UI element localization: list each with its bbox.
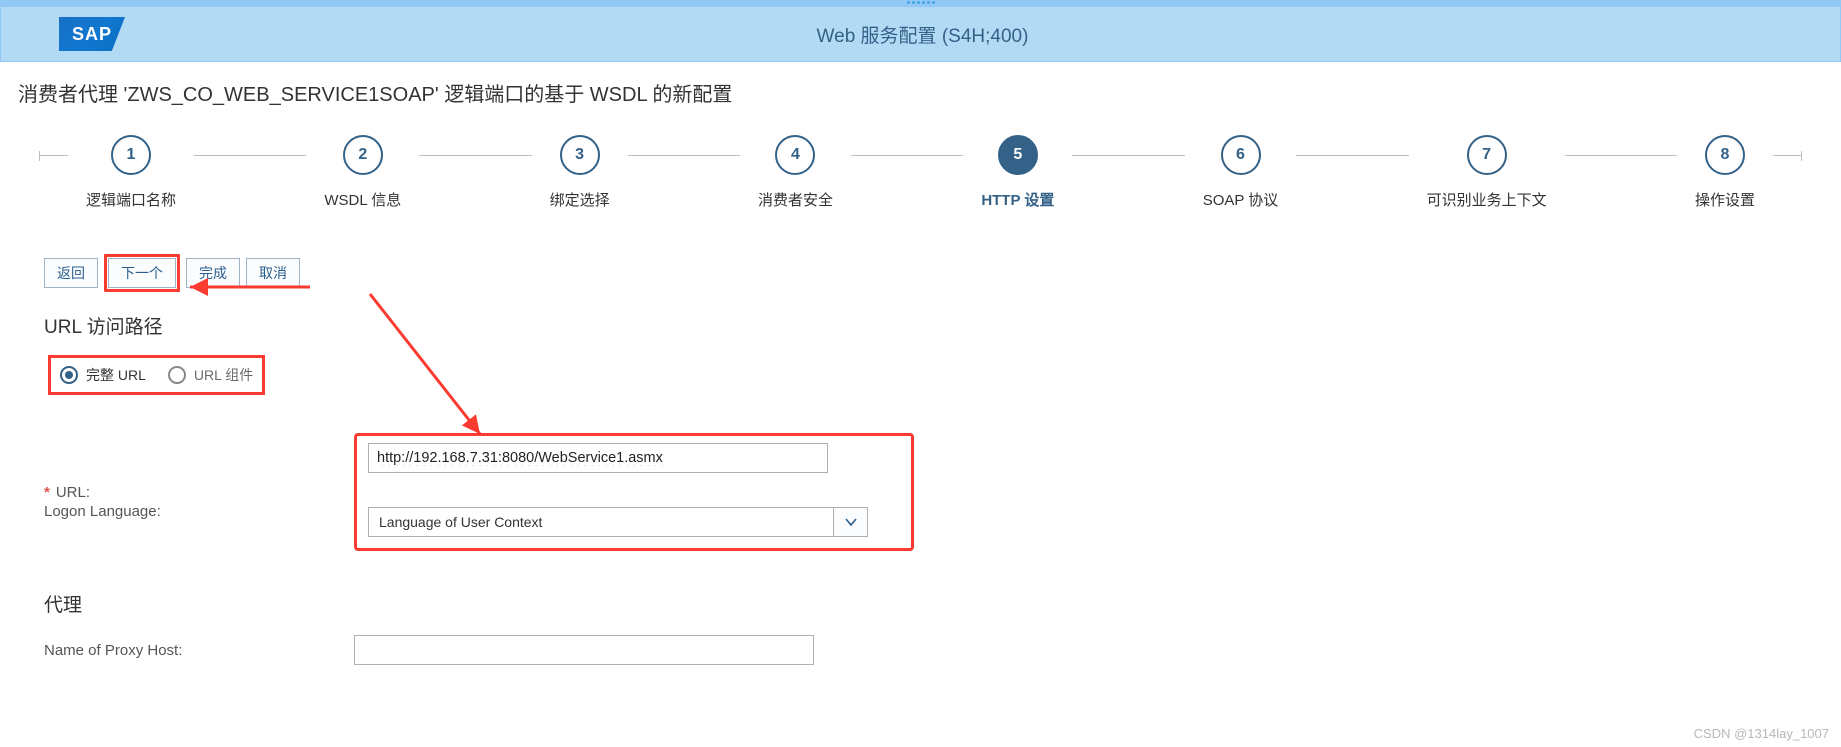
form-row-logon-language-label-only: Logon Language: xyxy=(44,503,1797,520)
radio-full-url[interactable]: 完整 URL xyxy=(60,365,146,385)
logon-language-display[interactable]: Language of User Context xyxy=(368,507,834,537)
radio-label: 完整 URL xyxy=(86,365,146,385)
wizard-step-number: 8 xyxy=(1705,135,1745,175)
wizard-step-4[interactable]: 4 消费者安全 xyxy=(740,135,851,210)
logon-language-combo: Language of User Context xyxy=(368,507,868,537)
wizard-step-label: 逻辑端口名称 xyxy=(68,189,194,210)
wizard-step-number: 1 xyxy=(111,135,151,175)
radio-label: URL 组件 xyxy=(194,365,253,385)
section-title-url-access: URL 访问路径 xyxy=(44,312,1797,339)
wizard-button-row: 返回 下一个 完成 取消 xyxy=(44,254,1797,292)
wizard-step-6[interactable]: 6 SOAP 协议 xyxy=(1185,135,1297,210)
form-row-proxy-host: Name of Proxy Host: xyxy=(44,635,1797,665)
wizard-step-label: 操作设置 xyxy=(1677,189,1773,210)
wizard-connector xyxy=(628,155,740,156)
wizard-steps: 1 逻辑端口名称 2 WSDL 信息 3 绑定选择 4 消费者安全 5 HTTP… xyxy=(40,121,1801,228)
wizard-step-number: 5 xyxy=(998,135,1038,175)
section-title-proxy: 代理 xyxy=(44,590,1797,617)
back-button[interactable]: 返回 xyxy=(44,258,98,288)
watermark: CSDN @1314lay_1007 xyxy=(1694,726,1829,741)
drag-handle-icon[interactable] xyxy=(901,1,941,5)
wizard-connector xyxy=(1296,155,1408,156)
wizard-connector xyxy=(419,155,531,156)
proxy-host-input[interactable] xyxy=(354,635,814,665)
radio-icon xyxy=(168,366,186,384)
wizard-step-label: 消费者安全 xyxy=(740,189,851,210)
wizard-lead-line xyxy=(40,155,68,156)
wizard-step-8[interactable]: 8 操作设置 xyxy=(1677,135,1773,210)
wizard-step-number: 6 xyxy=(1221,135,1261,175)
wizard-connector xyxy=(194,155,306,156)
chevron-down-icon xyxy=(844,515,858,529)
next-button[interactable]: 下一个 xyxy=(108,258,176,288)
page-heading: 消费者代理 'ZWS_CO_WEB_SERVICE1SOAP' 逻辑端口的基于 … xyxy=(0,62,1841,121)
wizard-end-line xyxy=(1773,155,1801,156)
proxy-host-label: Name of Proxy Host: xyxy=(44,642,354,659)
url-mode-radio-group: 完整 URL URL 组件 xyxy=(50,357,263,393)
cancel-button[interactable]: 取消 xyxy=(246,258,300,288)
combo-dropdown-button[interactable] xyxy=(834,507,868,537)
window-drag-handle-bar xyxy=(0,0,1841,6)
wizard-step-1[interactable]: 1 逻辑端口名称 xyxy=(68,135,194,210)
wizard-step-label: 绑定选择 xyxy=(532,189,628,210)
sap-logo: SAP xyxy=(59,17,125,51)
wizard-step-number: 2 xyxy=(343,135,383,175)
wizard-connector xyxy=(1565,155,1677,156)
wizard-connector xyxy=(1072,155,1184,156)
wizard-connector xyxy=(851,155,963,156)
radio-url-components[interactable]: URL 组件 xyxy=(168,365,253,385)
url-input[interactable] xyxy=(368,443,828,473)
wizard-step-number: 4 xyxy=(775,135,815,175)
header-bar: SAP Web 服务配置 (S4H;400) xyxy=(0,6,1841,62)
form-row-url: URL: Language of User Context xyxy=(44,433,1797,551)
wizard-step-label: WSDL 信息 xyxy=(306,189,419,210)
wizard-step-label: 可识别业务上下文 xyxy=(1409,189,1565,210)
page-title: Web 服务配置 (S4H;400) xyxy=(125,21,1840,48)
sap-logo-text: SAP xyxy=(72,24,112,45)
wizard-step-7[interactable]: 7 可识别业务上下文 xyxy=(1409,135,1565,210)
wizard-step-number: 3 xyxy=(560,135,600,175)
radio-icon xyxy=(60,366,78,384)
url-label: URL: xyxy=(44,484,354,501)
annotation-highlight-box: Language of User Context xyxy=(354,433,914,551)
wizard-step-label: SOAP 协议 xyxy=(1185,189,1297,210)
logon-language-label: Logon Language: xyxy=(44,503,354,520)
wizard-step-5[interactable]: 5 HTTP 设置 xyxy=(963,135,1072,210)
wizard-step-label: HTTP 设置 xyxy=(963,189,1072,210)
finish-button[interactable]: 完成 xyxy=(186,258,240,288)
annotation-arrow-icon xyxy=(330,284,530,454)
wizard-step-3[interactable]: 3 绑定选择 xyxy=(532,135,628,210)
wizard-step-2[interactable]: 2 WSDL 信息 xyxy=(306,135,419,210)
wizard-step-number: 7 xyxy=(1467,135,1507,175)
